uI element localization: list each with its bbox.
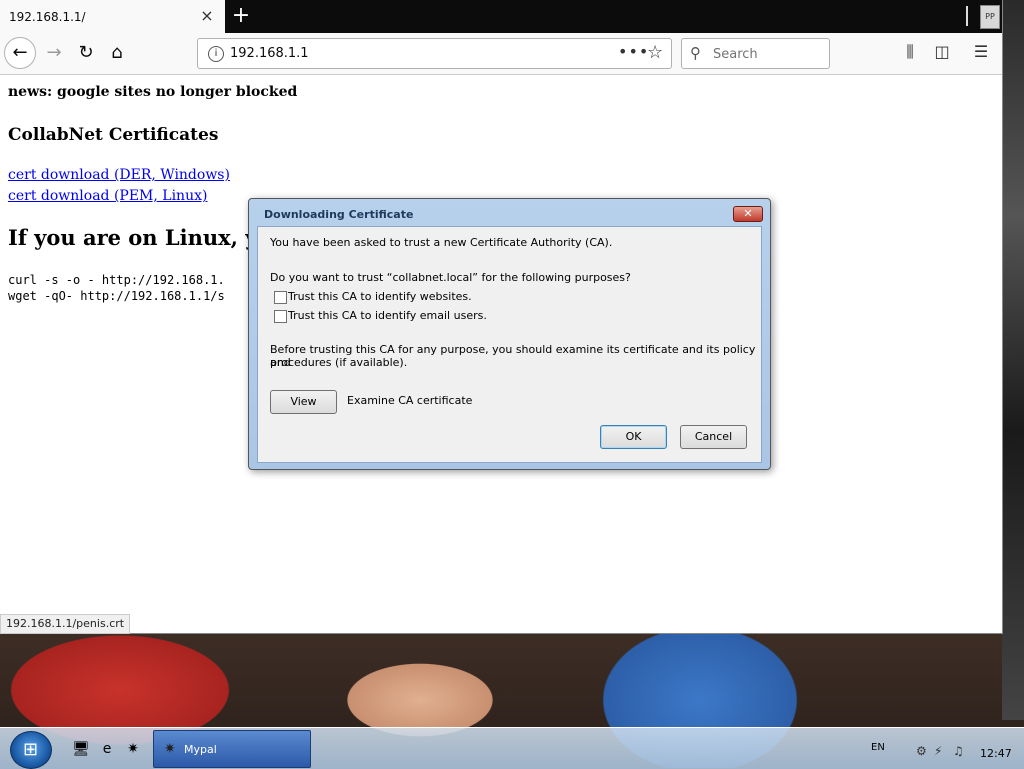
forward-arrow-icon[interactable]: → — [40, 39, 68, 67]
sidebar-icon[interactable]: ◫ — [931, 42, 953, 61]
url-text[interactable]: 192.168.1.1 — [230, 46, 309, 61]
page-actions-icon[interactable]: ••• — [618, 42, 649, 61]
tabbar-separator — [966, 6, 968, 26]
home-icon[interactable]: ⌂ — [103, 39, 131, 67]
trust-email-label[interactable]: Trust this CA to identify email users. — [288, 309, 487, 322]
safely-remove-icon[interactable]: ⚡ — [934, 744, 942, 758]
trust-websites-checkbox[interactable] — [274, 291, 287, 304]
internet-explorer-icon[interactable]: e — [98, 740, 116, 758]
wget-command: wget -qO- http://192.168.1.1/s — [8, 289, 225, 303]
view-button[interactable]: View — [270, 390, 337, 414]
new-tab-icon[interactable]: + — [230, 4, 252, 28]
show-desktop-icon[interactable]: 🖥 — [72, 740, 90, 758]
volume-icon[interactable]: ♫ — [953, 744, 964, 758]
der-download-link[interactable]: cert download (DER, Windows) — [8, 167, 230, 183]
examine-label: Examine CA certificate — [347, 394, 473, 407]
network-icon[interactable]: ⚙ — [916, 744, 927, 758]
mypal-quicklaunch-icon[interactable]: ✷ — [124, 740, 142, 758]
curl-command: curl -s -o - http://192.168.1. — [8, 273, 225, 287]
dialog-body: You have been asked to trust a new Certi… — [257, 226, 762, 463]
taskbar: ⊞ 🖥 e ✷ ✷ Mypal EN ⚙ ⚡ ♫ 12:47 — [0, 727, 1024, 769]
news-text: news: google sites no longer blocked — [8, 84, 298, 100]
dialog-intro-text: You have been asked to trust a new Certi… — [270, 236, 613, 249]
search-input[interactable]: ⚲ Search — [681, 38, 830, 69]
hamburger-menu-icon[interactable]: ☰ — [970, 42, 992, 61]
page-heading: CollabNet Certificates — [8, 125, 219, 145]
cancel-button[interactable]: Cancel — [680, 425, 747, 449]
linux-heading: If you are on Linux, you — [8, 225, 287, 250]
taskbar-item-mypal[interactable]: ✷ Mypal — [153, 730, 311, 768]
reload-icon[interactable]: ↻ — [72, 39, 100, 67]
close-icon[interactable]: ✕ — [733, 206, 763, 222]
ok-button[interactable]: OK — [600, 425, 667, 449]
extension-icon[interactable]: PP — [980, 5, 1000, 29]
back-arrow-icon[interactable]: ← — [4, 37, 36, 69]
windows-logo-icon: ⊞ — [23, 739, 39, 760]
desktop-edge — [1002, 0, 1024, 720]
navigation-toolbar: ← → ↻ ⌂ i 192.168.1.1 ••• ☆ ⚲ Search ⫼ ◫… — [0, 33, 1002, 75]
search-icon: ⚲ — [690, 44, 701, 62]
info-icon[interactable]: i — [208, 46, 224, 62]
dialog-question-text: Do you want to trust “collabnet.local” f… — [270, 271, 631, 284]
clock[interactable]: 12:47 — [980, 747, 1012, 760]
dialog-title: Downloading Certificate — [264, 208, 414, 221]
certificate-dialog: Downloading Certificate ✕ You have been … — [248, 198, 771, 470]
dialog-warning-text-2: procedures (if available). — [270, 356, 408, 369]
url-bar[interactable]: i 192.168.1.1 ••• ☆ — [197, 38, 672, 69]
tab-active[interactable]: 192.168.1.1/ × — [0, 0, 225, 33]
library-icon[interactable]: ⫼ — [899, 42, 921, 62]
trust-websites-label[interactable]: Trust this CA to identify websites. — [288, 290, 472, 303]
tab-bar: 192.168.1.1/ × + PP — [0, 0, 1002, 33]
mypal-icon: ✷ — [164, 741, 176, 757]
status-bar: 192.168.1.1/penis.crt — [0, 614, 131, 634]
star-icon[interactable]: ☆ — [647, 42, 663, 63]
search-placeholder: Search — [713, 47, 758, 62]
tab-close-icon[interactable]: × — [199, 8, 215, 24]
start-button[interactable]: ⊞ — [10, 731, 52, 769]
trust-email-checkbox[interactable] — [274, 310, 287, 323]
tab-title: 192.168.1.1/ — [9, 10, 86, 24]
taskbar-item-label: Mypal — [184, 743, 217, 756]
language-indicator[interactable]: EN — [871, 742, 885, 753]
pem-download-link[interactable]: cert download (PEM, Linux) — [8, 188, 207, 204]
